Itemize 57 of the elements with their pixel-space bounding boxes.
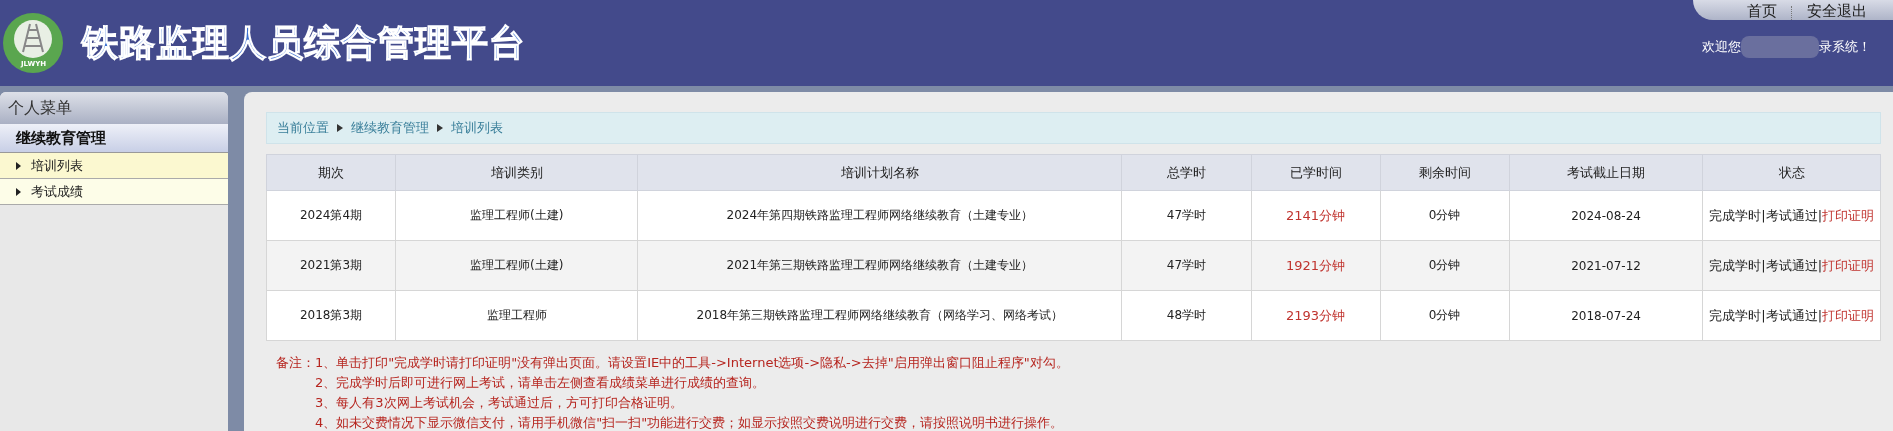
notes-label: 备注： — [276, 354, 315, 372]
table-cell: 0分钟 — [1380, 290, 1510, 341]
note-text: 1、单击打印"完成学时请打印证明"没有弹出页面。请设置IE中的工具->Internet选项->隐私->去掉"启用弹出窗口阻止程序"对勾。 — [315, 354, 1069, 372]
status-text: 完成学时|考试通过| — [1709, 307, 1823, 323]
table-cell: 2193分钟 — [1251, 290, 1381, 341]
print-certificate-link[interactable]: 打印证明 — [1822, 257, 1875, 273]
breadcrumb-link[interactable]: 培训列表 — [451, 119, 503, 137]
welcome-text: 录系统！ — [1819, 38, 1871, 56]
table-cell: 2018-07-24 — [1509, 290, 1703, 341]
column-header: 总学时 — [1121, 154, 1251, 191]
caret-icon — [437, 124, 443, 132]
caret-icon — [16, 161, 21, 170]
table-cell: 47学时 — [1121, 190, 1251, 241]
column-header: 状态 — [1702, 154, 1881, 191]
column-header: 培训类别 — [395, 154, 638, 191]
sidebar-item[interactable]: 考试成绩 — [0, 179, 228, 205]
table-cell: 2021-07-12 — [1509, 240, 1703, 291]
table-cell: 监理工程师 — [395, 290, 638, 341]
note-text: 3、每人有3次网上考试机会，考试通过后，方可打印合格证明。 — [315, 394, 684, 412]
note-text: 2、完成学时后即可进行网上考试，请单击左侧查看成绩菜单进行成绩的查询。 — [315, 374, 767, 392]
column-header: 期次 — [266, 154, 396, 191]
table-cell: 2024年第四期铁路监理工程师网络继续教育（土建专业） — [637, 190, 1122, 241]
table-cell: 48学时 — [1121, 290, 1251, 341]
table-cell: 监理工程师(土建) — [395, 240, 638, 291]
table-cell: 2021第3期 — [266, 240, 396, 291]
nav-link[interactable]: 安全退出 — [1793, 2, 1881, 20]
breadcrumb-link[interactable]: 当前位置 — [277, 119, 329, 137]
column-header: 培训计划名称 — [637, 154, 1122, 191]
column-header: 剩余时间 — [1380, 154, 1510, 191]
sidebar-title: 个人菜单 — [0, 92, 228, 124]
table-cell: 监理工程师(土建) — [395, 190, 638, 241]
print-certificate-link[interactable]: 打印证明 — [1822, 307, 1875, 323]
column-header: 已学时间 — [1251, 154, 1381, 191]
table-cell: 2018年第三期铁路监理工程师网络继续教育（网络学习、网络考试） — [637, 290, 1122, 341]
note-text: 4、如未交费情况下显示微信支付，请用手机微信"扫一扫"功能进行交费；如显示按照交费说明进行交费，请按照说明书进行操作。 — [315, 414, 1065, 431]
print-certificate-link[interactable]: 打印证明 — [1822, 207, 1875, 223]
status-text: 完成学时|考试通过| — [1709, 257, 1823, 273]
table-cell: 2021年第三期铁路监理工程师网络继续教育（土建专业） — [637, 240, 1122, 291]
welcome-text: 欢迎您 — [1702, 38, 1741, 56]
table-cell: 1921分钟 — [1251, 240, 1381, 291]
status-text: 完成学时|考试通过| — [1709, 207, 1823, 223]
breadcrumb-link[interactable]: 继续教育管理 — [351, 119, 429, 137]
sidebar-group[interactable]: 继续教育管理 — [0, 124, 228, 153]
rail-track-icon — [2, 12, 64, 74]
table-cell: 2018第3期 — [266, 290, 396, 341]
caret-icon — [16, 187, 21, 196]
sidebar-item[interactable]: 培训列表 — [0, 153, 228, 179]
table-cell: 0分钟 — [1380, 240, 1510, 291]
site-title: 铁路监理人员综合管理平台 — [82, 20, 526, 65]
table-cell: 2024-08-24 — [1509, 190, 1703, 241]
table-cell: 0分钟 — [1380, 190, 1510, 241]
table-cell: 2024第4期 — [266, 190, 396, 241]
table-cell: 2141分钟 — [1251, 190, 1381, 241]
table-cell: 47学时 — [1121, 240, 1251, 291]
caret-icon — [337, 124, 343, 132]
column-header: 考试截止日期 — [1509, 154, 1703, 191]
nav-link[interactable]: 首页 — [1733, 2, 1791, 20]
